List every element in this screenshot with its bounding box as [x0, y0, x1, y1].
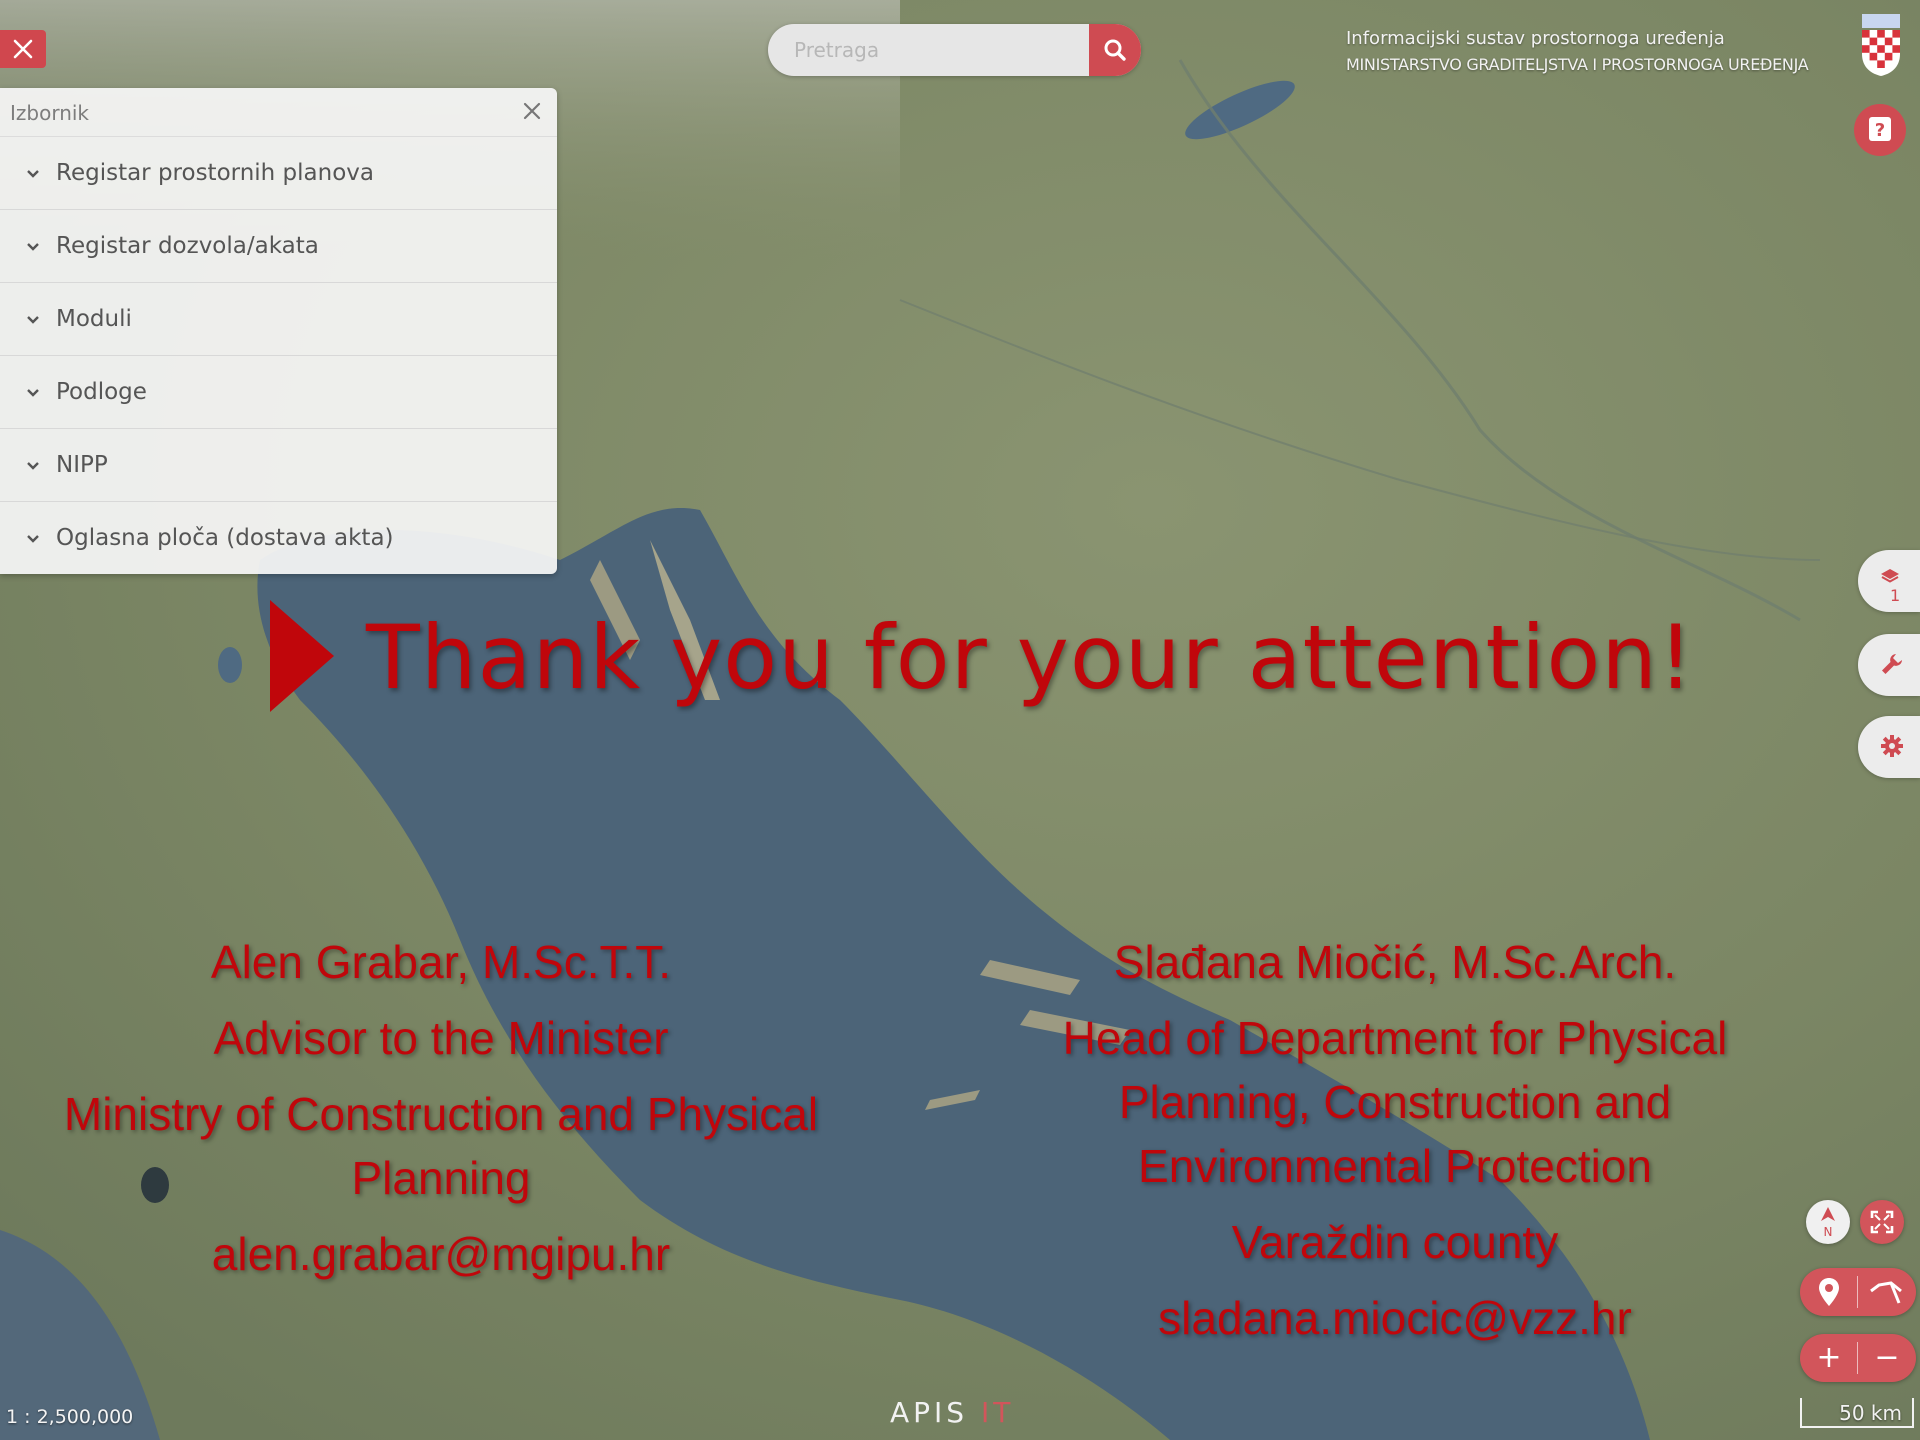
menu-item-moduli[interactable]: Moduli	[0, 283, 557, 356]
contact-email[interactable]: alen.grabar@mgipu.hr	[20, 1222, 862, 1286]
contact-left: Alen Grabar, M.Sc.T.T. Advisor to the Mi…	[20, 930, 862, 1286]
search-icon	[1104, 39, 1126, 61]
zoom-controls: + −	[1800, 1334, 1916, 1382]
zoom-in-button[interactable]: +	[1800, 1334, 1858, 1382]
slide-heading: Thank you for your attention!	[366, 606, 1695, 709]
zoom-in-label: +	[1816, 1340, 1842, 1375]
chevron-down-icon	[27, 316, 39, 324]
search-input[interactable]	[768, 24, 1088, 76]
menu-item-podloge[interactable]: Podloge	[0, 356, 557, 429]
location-measure-controls	[1800, 1268, 1916, 1316]
fullscreen-icon	[1870, 1210, 1894, 1234]
lake	[218, 647, 242, 683]
contact-name: Alen Grabar, M.Sc.T.T.	[210, 936, 672, 988]
close-icon	[13, 39, 33, 59]
close-panel-button[interactable]	[0, 30, 46, 68]
compass-button[interactable]: N	[1806, 1200, 1850, 1244]
menu-panel: Izbornik Registar prostornih planova Reg…	[0, 88, 557, 574]
chevron-down-icon	[27, 243, 39, 251]
gear-icon	[1881, 735, 1903, 757]
contact-org-line2: Planning	[351, 1152, 531, 1204]
menu-item-label: Registar dozvola/akata	[56, 233, 319, 259]
zoom-out-button[interactable]: −	[1858, 1334, 1916, 1382]
help-button[interactable]: ?	[1854, 104, 1906, 156]
play-triangle-icon	[270, 600, 334, 712]
menu-item-registar-dozvola[interactable]: Registar dozvola/akata	[0, 210, 557, 283]
apis-it-logo: APIS IT	[890, 1396, 1014, 1429]
contact-role: Advisor to the Minister	[213, 1012, 669, 1064]
system-title: Informacijski sustav prostornoga uređenj…	[1346, 28, 1725, 49]
layers-button[interactable]: 1	[1858, 550, 1920, 612]
logo-suffix: IT	[980, 1396, 1015, 1429]
scale-bar: 50 km	[1800, 1398, 1914, 1428]
settings-button[interactable]	[1858, 716, 1920, 778]
menu-item-label: Oglasna ploča (dostava akta)	[56, 525, 394, 551]
zoom-out-label: −	[1874, 1340, 1900, 1375]
scale-ratio: 1 : 2,500,000	[6, 1406, 134, 1428]
chevron-down-icon	[27, 535, 39, 543]
svg-text:?: ?	[1875, 120, 1885, 141]
menu-item-label: Moduli	[56, 306, 132, 332]
measure-button[interactable]	[1858, 1268, 1916, 1316]
contact-role-line1: Head of Department for Physical	[1062, 1012, 1728, 1064]
menu-item-label: Podloge	[56, 379, 147, 405]
menu-item-label: NIPP	[56, 452, 108, 478]
layers-icon	[1881, 569, 1899, 583]
contact-right: Slađana Miočić, M.Sc.Arch. Head of Depar…	[1020, 930, 1770, 1350]
logo-main: APIS	[890, 1396, 969, 1429]
contact-email[interactable]: sladana.miocic@vzz.hr	[1020, 1286, 1770, 1350]
contact-org-line1: Ministry of Construction and Physical	[63, 1088, 819, 1140]
help-icon: ?	[1869, 117, 1891, 141]
contact-org: Varaždin county	[1231, 1216, 1559, 1268]
measure-icon	[1870, 1281, 1902, 1304]
wrench-icon	[1882, 654, 1902, 674]
ministry-title: MINISTARSTVO GRADITELJSTVA I PROSTORNOGA…	[1346, 55, 1809, 74]
menu-item-oglasna-ploca[interactable]: Oglasna ploča (dostava akta)	[0, 502, 557, 574]
menu-item-registar-planova[interactable]: Registar prostornih planova	[0, 137, 557, 210]
layers-count: 1	[1890, 586, 1901, 605]
location-pin-icon	[1819, 1278, 1839, 1306]
coat-of-arms-icon	[1862, 14, 1900, 76]
svg-text:N: N	[1824, 1225, 1833, 1239]
contact-role-line3: Environmental Protection	[1138, 1140, 1652, 1192]
contact-name: Slađana Miočić, M.Sc.Arch.	[1113, 936, 1677, 988]
compass-icon: N	[1821, 1207, 1835, 1239]
location-button[interactable]	[1800, 1268, 1858, 1316]
system-title-block: Informacijski sustav prostornoga uređenj…	[1346, 26, 1809, 78]
menu-title: Izbornik	[10, 101, 90, 125]
search-button[interactable]	[1089, 24, 1141, 76]
fullscreen-button[interactable]	[1860, 1200, 1904, 1244]
menu-item-label: Registar prostornih planova	[56, 160, 374, 186]
menu-item-nipp[interactable]: NIPP	[0, 429, 557, 502]
tools-button[interactable]	[1858, 634, 1920, 696]
search-bar	[768, 24, 1141, 76]
menu-header: Izbornik	[0, 88, 557, 137]
chevron-down-icon	[27, 389, 39, 397]
chevron-down-icon	[27, 462, 39, 470]
contact-role-line2: Planning, Construction and	[1118, 1076, 1672, 1128]
chevron-down-icon	[27, 170, 39, 178]
close-icon[interactable]	[521, 100, 543, 122]
